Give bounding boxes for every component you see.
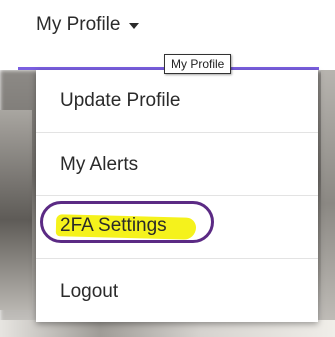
background-bottom-content — [0, 320, 335, 337]
screenshot-frame: My Profile My Profile Update Profile My … — [0, 0, 335, 337]
menu-item-logout[interactable]: Logout — [36, 259, 318, 322]
menu-item-label: Logout — [60, 281, 119, 302]
caret-down-icon — [129, 23, 140, 29]
menu-item-label: My Alerts — [60, 154, 139, 175]
purple-circle-annotation — [40, 201, 214, 243]
profile-dropdown-menu: Update Profile My Alerts 2FA Settings Lo… — [36, 70, 318, 322]
background-right-content — [321, 70, 335, 337]
my-profile-dropdown-trigger[interactable]: My Profile — [36, 14, 140, 36]
menu-item-2fa-settings[interactable]: 2FA Settings — [36, 196, 318, 259]
my-profile-tooltip: My Profile — [164, 54, 232, 74]
menu-item-my-alerts[interactable]: My Alerts — [36, 133, 318, 196]
background-left-content — [0, 110, 32, 310]
my-profile-label: My Profile — [36, 14, 121, 35]
menu-item-label: Update Profile — [60, 90, 181, 111]
menu-item-update-profile[interactable]: Update Profile — [36, 70, 318, 133]
